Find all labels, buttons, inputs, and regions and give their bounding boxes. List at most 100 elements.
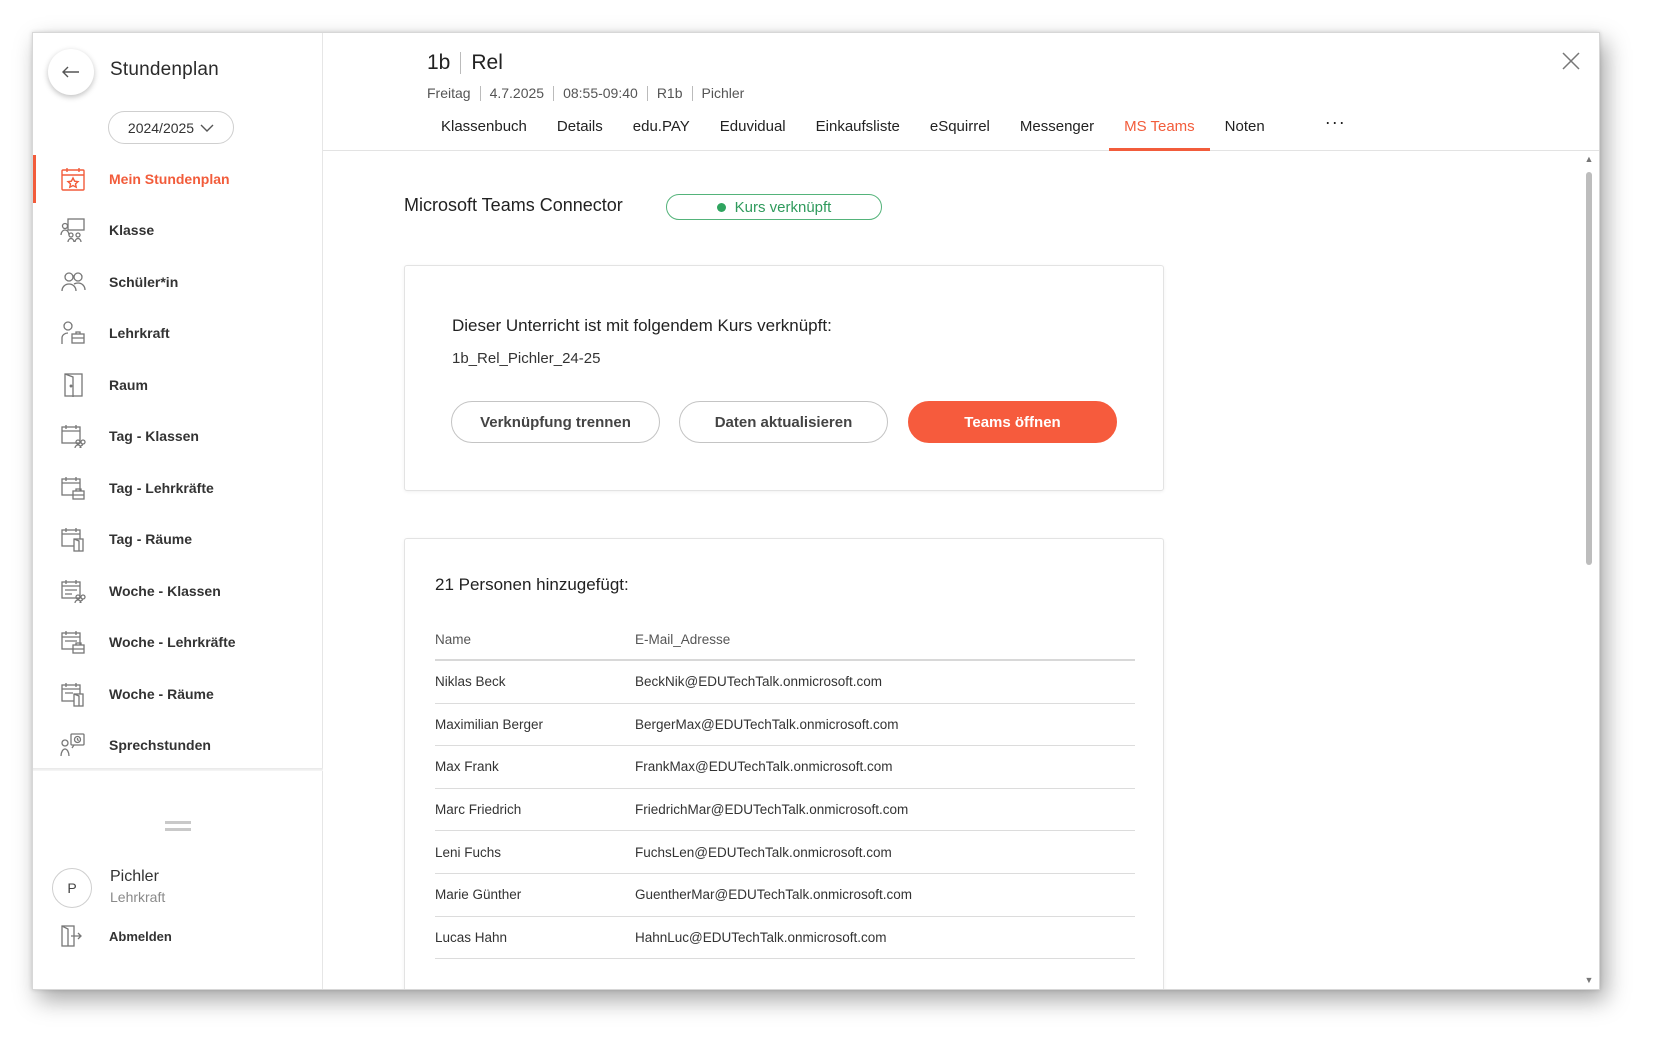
sidebar-item-sprechstunden[interactable]: Sprechstunden <box>33 720 323 772</box>
lesson-tabs: Klassenbuch Details edu.PAY Eduvidual Ei… <box>426 110 1361 151</box>
tab-noten[interactable]: Noten <box>1210 110 1280 151</box>
content-area: Microsoft Teams Connector Kurs verknüpft… <box>323 152 1579 989</box>
open-teams-button[interactable]: Teams öffnen <box>908 401 1117 443</box>
people-count-heading: 21 Personen hinzugefügt: <box>435 575 629 594</box>
sidebar-item-woche-raeume[interactable]: Woche - Räume <box>33 668 323 720</box>
scroll-down-icon[interactable]: ▼ <box>1584 975 1594 985</box>
person-email: FuchsLen@EDUTechTalk.onmicrosoft.com <box>635 844 892 860</box>
sidebar-item-tag-lehrkraefte[interactable]: Tag - Lehrkräfte <box>33 462 323 514</box>
sidebar-item-woche-lehrkraefte[interactable]: Woche - Lehrkräfte <box>33 617 323 669</box>
school-year-value: 2024/2025 <box>127 119 195 136</box>
consultation-icon <box>59 731 87 759</box>
person-name: Max Frank <box>435 759 499 775</box>
sidebar-nav: Mein Stundenplan Klasse Schüler*in Lehrk… <box>33 153 323 771</box>
avatar[interactable]: P <box>52 868 92 908</box>
tab-edu-pay[interactable]: edu.PAY <box>618 110 705 151</box>
sidebar-item-label: Lehrkraft <box>109 325 170 342</box>
sidebar-item-label: Tag - Klassen <box>109 428 199 445</box>
sidebar-item-woche-klassen[interactable]: Woche - Klassen <box>33 565 323 617</box>
scroll-thumb[interactable] <box>1586 172 1592 565</box>
person-email: BergerMax@EDUTechTalk.onmicrosoft.com <box>635 716 899 732</box>
logout-label: Abmelden <box>109 928 172 944</box>
tab-messenger[interactable]: Messenger <box>1005 110 1109 151</box>
lesson-header: 1b Rel Freitag 4.7.2025 08:55-09:40 R1b … <box>323 33 1599 151</box>
title-separator <box>460 52 462 74</box>
person-email: BeckNik@EDUTechTalk.onmicrosoft.com <box>635 674 883 690</box>
sidebar-item-mein-stundenplan[interactable]: Mein Stundenplan <box>33 153 323 205</box>
calendar-week-group-icon <box>59 577 87 605</box>
sidebar-item-tag-klassen[interactable]: Tag - Klassen <box>33 411 323 463</box>
more-tabs-button[interactable]: ··· <box>1310 110 1361 151</box>
linked-course-heading: Dieser Unterricht ist mit folgendem Kurs… <box>452 316 832 335</box>
sidebar-item-label: Tag - Räume <box>109 531 192 548</box>
table-row: Marie Günther GuentherMar@EDUTechTalk.on… <box>435 874 1135 917</box>
tab-ms-teams[interactable]: MS Teams <box>1109 110 1210 151</box>
calendar-star-icon <box>59 165 87 193</box>
sidebar-item-lehrkraft[interactable]: Lehrkraft <box>33 308 323 360</box>
person-name: Lucas Hahn <box>435 929 508 945</box>
people-table: Name E-Mail_Adresse Niklas Beck BeckNik@… <box>435 619 1135 960</box>
sidebar-item-raum[interactable]: Raum <box>33 359 323 411</box>
drag-handle-icon[interactable] <box>165 821 191 831</box>
sidebar-item-label: Tag - Lehrkräfte <box>109 479 214 496</box>
students-icon <box>59 268 87 296</box>
status-dot-icon <box>716 202 726 212</box>
sidebar-item-label: Klasse <box>109 222 155 239</box>
sidebar-item-schueler[interactable]: Schüler*in <box>33 256 323 308</box>
calendar-door-icon <box>59 525 87 553</box>
people-card: 21 Personen hinzugefügt: Name E-Mail_Adr… <box>404 538 1164 989</box>
tab-einkaufsliste[interactable]: Einkaufsliste <box>801 110 915 151</box>
person-name: Marie Günther <box>435 887 522 903</box>
person-name: Maximilian Berger <box>435 716 544 732</box>
lesson-time: 08:55-09:40 <box>563 85 638 101</box>
tab-eduvidual[interactable]: Eduvidual <box>705 110 801 151</box>
school-year-select[interactable]: 2024/2025 <box>108 111 234 144</box>
sidebar-item-label: Woche - Räume <box>109 685 214 702</box>
scroll-up-icon[interactable]: ▲ <box>1584 154 1594 164</box>
person-email: FrankMax@EDUTechTalk.onmicrosoft.com <box>635 759 893 775</box>
close-button[interactable] <box>1559 49 1583 73</box>
class-group-icon <box>59 216 87 244</box>
calendar-week-door-icon <box>59 680 87 708</box>
tab-esquirrel[interactable]: eSquirrel <box>915 110 1005 151</box>
content-scrollbar[interactable]: ▲ ▼ <box>1579 152 1599 989</box>
status-text: Kurs verknüpft <box>734 198 832 216</box>
user-role: Lehrkraft <box>110 889 166 905</box>
table-row: Lucas Hahn HahnLuc@EDUTechTalk.onmicroso… <box>435 917 1135 960</box>
table-header-row: Name E-Mail_Adresse <box>435 619 1135 661</box>
person-email: FriedrichMar@EDUTechTalk.onmicrosoft.com <box>635 802 909 818</box>
refresh-data-button[interactable]: Daten aktualisieren <box>679 401 888 443</box>
lesson-title: 1b Rel <box>427 51 503 75</box>
sidebar-item-label: Woche - Lehrkräfte <box>109 634 236 651</box>
sidebar-item-klasse[interactable]: Klasse <box>33 205 323 257</box>
lesson-date: 4.7.2025 <box>489 85 545 101</box>
app-window: Stundenplan 2024/2025 Mein Stundenplan K… <box>32 32 1600 990</box>
column-header-email: E-Mail_Adresse <box>635 631 731 647</box>
table-row: Leni Fuchs FuchsLen@EDUTechTalk.onmicros… <box>435 831 1135 874</box>
table-row: Marc Friedrich FriedrichMar@EDUTechTalk.… <box>435 789 1135 832</box>
lesson-day: Freitag <box>427 85 471 101</box>
table-row: Maximilian Berger BergerMax@EDUTechTalk.… <box>435 704 1135 747</box>
column-header-name: Name <box>435 631 472 647</box>
app-title: Stundenplan <box>110 59 219 80</box>
chevron-down-icon <box>200 124 214 132</box>
lesson-room: R1b <box>656 85 683 101</box>
linked-course-name: 1b_Rel_Pichler_24-25 <box>452 350 601 367</box>
unlink-button[interactable]: Verknüpfung trennen <box>451 401 660 443</box>
sidebar-item-label: Mein Stundenplan <box>109 170 230 187</box>
person-email: HahnLuc@EDUTechTalk.onmicrosoft.com <box>635 929 887 945</box>
status-badge: Kurs verknüpft <box>666 194 882 220</box>
tab-klassenbuch[interactable]: Klassenbuch <box>426 110 542 151</box>
back-button[interactable] <box>48 49 94 95</box>
person-email: GuentherMar@EDUTechTalk.onmicrosoft.com <box>635 887 913 903</box>
table-row: Max Frank FrankMax@EDUTechTalk.onmicroso… <box>435 746 1135 789</box>
calendar-briefcase-icon <box>59 474 87 502</box>
person-name: Niklas Beck <box>435 674 506 690</box>
table-row: Niklas Beck BeckNik@EDUTechTalk.onmicros… <box>435 661 1135 704</box>
arrow-left-icon <box>62 66 79 78</box>
lesson-meta: Freitag 4.7.2025 08:55-09:40 R1b Pichler <box>427 85 744 101</box>
logout-button[interactable]: Abmelden <box>59 924 172 948</box>
user-name: Pichler <box>110 868 159 885</box>
sidebar-item-tag-raeume[interactable]: Tag - Räume <box>33 514 323 566</box>
tab-details[interactable]: Details <box>542 110 618 151</box>
